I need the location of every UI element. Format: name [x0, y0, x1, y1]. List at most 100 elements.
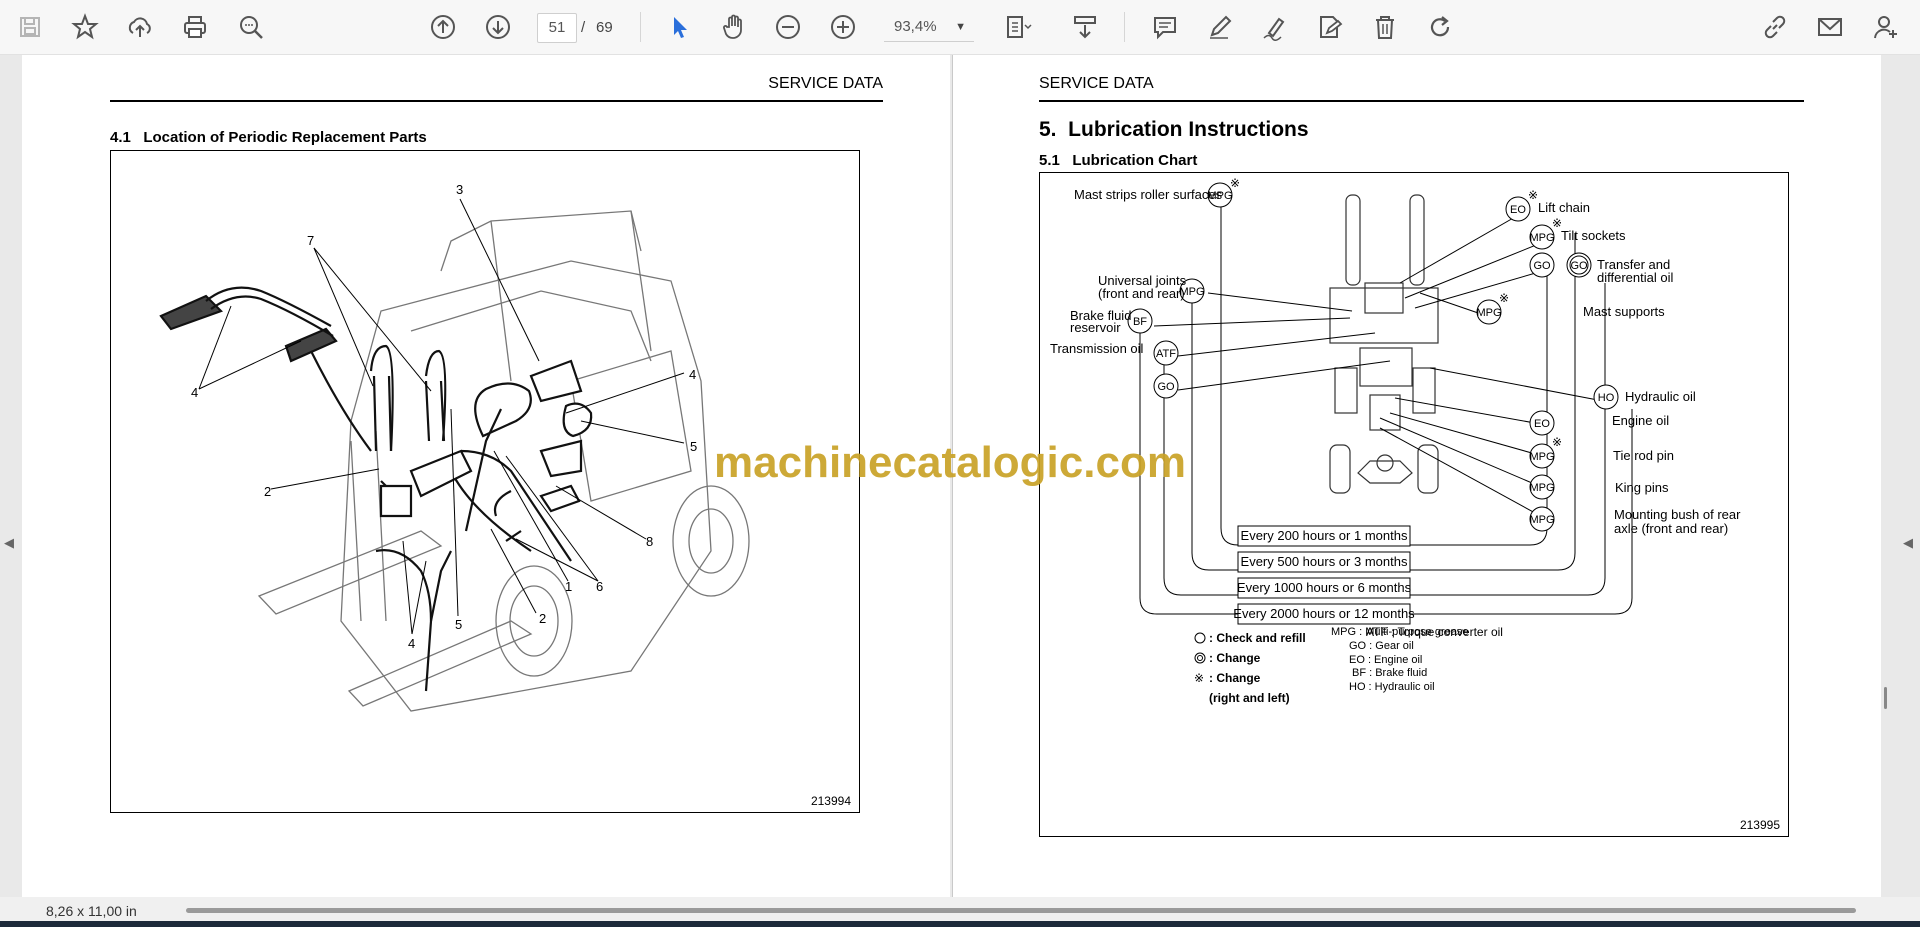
share-icon[interactable] — [1868, 9, 1904, 45]
part-label: axle (front and rear) — [1614, 521, 1728, 536]
vertical-scrollbar[interactable] — [1884, 687, 1887, 709]
callout-label: 8 — [646, 534, 653, 549]
callout-label: 2 — [264, 484, 271, 499]
subsection-title: 5.1 Lubrication Chart — [1039, 152, 1198, 169]
figure-number: 213994 — [810, 794, 851, 808]
select-cursor-icon[interactable] — [662, 9, 698, 45]
callout-label: 3 — [456, 182, 463, 197]
section-title: 5. Lubrication Instructions — [1039, 118, 1309, 141]
part-label: Engine oil — [1612, 413, 1669, 428]
callout-label: 6 — [596, 579, 603, 594]
legend-abbrev: MPG : Multi-purpose grease — [1331, 626, 1469, 638]
circle-label: MPG — [1529, 482, 1554, 494]
legend-item: : Change — [1209, 671, 1261, 685]
scroll-mode-icon[interactable] — [1067, 9, 1103, 45]
chevron-down-icon: ▼ — [955, 21, 966, 33]
toolbar-divider — [640, 12, 641, 42]
comment-icon[interactable] — [1147, 9, 1183, 45]
part-label: King pins — [1615, 480, 1669, 495]
circle-label: BF — [1133, 316, 1147, 328]
taskbar-edge — [0, 921, 1920, 927]
delete-icon[interactable] — [1367, 9, 1403, 45]
figure-number: 213995 — [1739, 818, 1780, 832]
zoom-select[interactable]: 93,4% ▼ — [884, 13, 974, 42]
abbreviation-legend: MPG : Multi-purpose grease GO : Gear oil… — [1331, 626, 1469, 695]
part-label: Tie rod pin — [1613, 448, 1674, 463]
signature-icon[interactable] — [1257, 9, 1293, 45]
part-label: Transmission oil — [1050, 341, 1144, 356]
edit-doc-icon[interactable] — [1312, 9, 1348, 45]
chevron-left-icon[interactable]: ◀ — [4, 535, 14, 551]
horizontal-scrollbar[interactable] — [186, 908, 1856, 913]
callout-label: 7 — [307, 233, 314, 248]
circle-label: GO — [1157, 381, 1175, 393]
page-separator: / — [581, 19, 586, 36]
legend-abbrev: EO : Engine oil — [1349, 653, 1423, 666]
page-down-icon[interactable] — [480, 9, 516, 45]
part-label: reservoir — [1070, 320, 1121, 335]
part-label: Tilt sockets — [1561, 228, 1626, 243]
zoom-out-icon[interactable] — [770, 9, 806, 45]
callout-label: 5 — [690, 439, 697, 454]
link-icon[interactable] — [1757, 9, 1793, 45]
upload-icon[interactable] — [122, 9, 158, 45]
page-header: SERVICE DATA — [768, 75, 883, 92]
circle-label: HO — [1598, 392, 1615, 404]
page-up-icon[interactable] — [425, 9, 461, 45]
toolbar: 51 / 69 93,4% ▼ — [0, 0, 1920, 55]
mark-symbol: ※ — [1499, 291, 1509, 305]
zoom-value: 93,4% — [894, 18, 937, 35]
header-rule — [110, 100, 883, 102]
legend-item: : Change — [1209, 651, 1261, 665]
callout-label: 4 — [689, 367, 696, 382]
watermark-text: machinecatalogic.com — [714, 438, 1186, 487]
interval-label: Every 500 hours or 3 months — [1241, 554, 1408, 569]
callout-label: 4 — [191, 385, 198, 400]
interval-label: Every 200 hours or 1 months — [1241, 528, 1408, 543]
redo-icon[interactable] — [1422, 9, 1458, 45]
zoom-in-icon[interactable] — [825, 9, 861, 45]
interval-label: Every 1000 hours or 6 months — [1237, 580, 1412, 595]
pen-icon[interactable] — [1202, 9, 1238, 45]
part-label: Lift chain — [1538, 200, 1590, 215]
mark-symbol: ※ — [1230, 176, 1240, 190]
mark-symbol: ※ — [1552, 435, 1562, 449]
legend-item: : Check and refill — [1209, 631, 1306, 645]
circle-label: EO — [1534, 418, 1550, 430]
legend-abbrev: BF : Brake fluid — [1352, 667, 1428, 680]
callout-label: 5 — [455, 617, 462, 632]
chevron-right-icon[interactable]: ◀ — [1903, 535, 1913, 551]
section-title: 4.1 Location of Periodic Replacement Par… — [110, 129, 427, 146]
header-rule — [1039, 100, 1804, 102]
fit-page-icon[interactable] — [1000, 9, 1036, 45]
legend-abbrev: HO : Hydraulic oil — [1349, 681, 1435, 694]
circle-label: EO — [1510, 204, 1526, 216]
callout-label: 2 — [539, 611, 546, 626]
interval-label: Every 2000 hours or 12 months — [1233, 606, 1415, 621]
circle-label: MPG — [1476, 307, 1501, 319]
part-label: differential oil — [1597, 270, 1673, 285]
search-icon[interactable] — [233, 9, 269, 45]
total-pages: 69 — [596, 19, 613, 36]
circle-label: GO — [1533, 260, 1551, 272]
legend-item: (right and left) — [1209, 691, 1290, 705]
hand-tool-icon[interactable] — [716, 9, 752, 45]
legend-abbrev: GO : Gear oil — [1349, 639, 1414, 652]
circle-label: GO — [1570, 260, 1588, 272]
save-icon[interactable] — [12, 9, 48, 45]
bookmark-star-icon[interactable] — [67, 9, 103, 45]
mail-icon[interactable] — [1812, 9, 1848, 45]
mark-symbol: ※ — [1528, 188, 1538, 202]
circle-label: MPG — [1529, 232, 1554, 244]
page-number-input[interactable]: 51 — [537, 13, 577, 43]
part-label: (front and rear) — [1098, 286, 1185, 301]
page-size-label: 8,26 x 11,00 in — [46, 903, 137, 919]
figure-frame: MPG EO MPG GO GO MPG MPG BF ATF GO HO EO… — [1039, 172, 1789, 837]
part-label: Mounting bush of rear — [1614, 507, 1741, 522]
toolbar-divider — [1124, 12, 1125, 42]
page-header: SERVICE DATA — [1039, 75, 1154, 92]
print-icon[interactable] — [177, 9, 213, 45]
circle-label: MPG — [1529, 451, 1554, 463]
mark-symbol: ※ — [1194, 671, 1204, 685]
part-label: Mast supports — [1583, 304, 1665, 319]
